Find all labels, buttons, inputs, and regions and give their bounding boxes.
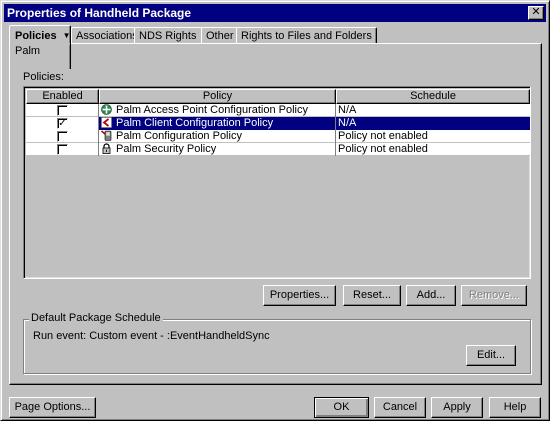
page-options-label: Page Options... [14, 401, 91, 413]
page-options-button[interactable]: Page Options... [9, 397, 96, 418]
default-schedule-title: Default Package Schedule [29, 312, 163, 324]
table-row[interactable]: Palm Configuration Policy Policy not enab… [26, 130, 530, 143]
properties-button-label: Properties... [269, 289, 330, 301]
policy-cell: Palm Client Configuration Policy [99, 117, 336, 130]
policy-name: Palm Access Point Configuration Policy [116, 104, 308, 116]
cancel-button[interactable]: Cancel [374, 397, 426, 418]
add-button[interactable]: Add... [406, 285, 456, 306]
properties-button[interactable]: Properties... [263, 285, 336, 306]
palm-device-icon [101, 130, 112, 141]
client-config-icon [101, 117, 112, 128]
ok-label: OK [333, 401, 350, 413]
add-button-label: Add... [416, 289, 446, 301]
table-body: Palm Access Point Configuration Policy N/… [26, 104, 530, 156]
access-point-icon [101, 104, 112, 115]
help-button[interactable]: Help [489, 397, 541, 418]
edit-schedule-button[interactable]: Edit... [466, 345, 516, 366]
enabled-checkbox[interactable] [57, 144, 68, 155]
schedule-cell: N/A [336, 117, 530, 130]
close-button[interactable]: ✕ [528, 6, 544, 20]
check-icon: ✓ [58, 118, 67, 129]
tab-join [10, 43, 70, 45]
lock-icon [101, 143, 112, 154]
enabled-cell [26, 104, 99, 117]
tab-other[interactable]: Other [201, 27, 239, 44]
column-header-schedule[interactable]: Schedule [336, 89, 530, 104]
apply-button[interactable]: Apply [431, 397, 483, 418]
tab-nds-rights-label: NDS Rights [139, 30, 197, 42]
properties-dialog: Properties of Handheld Package ✕ Policie… [0, 0, 550, 421]
schedule-cell: Policy not enabled [338, 143, 428, 155]
tab-associations-label: Associations [76, 30, 138, 42]
column-header-enabled[interactable]: Enabled [26, 89, 99, 104]
policy-name: Palm Configuration Policy [116, 130, 242, 142]
window-title: Properties of Handheld Package [7, 6, 192, 20]
tab-associations[interactable]: Associations [71, 27, 143, 44]
enabled-checkbox[interactable] [57, 131, 68, 142]
enabled-cell: ✓ [26, 117, 99, 130]
tab-other-label: Other [206, 30, 234, 42]
policies-table[interactable]: Enabled Policy Schedule Palm Access Poin… [23, 86, 531, 279]
tab-rights-to-files[interactable]: Rights to Files and Folders [236, 27, 377, 44]
table-header: Enabled Policy Schedule [26, 89, 530, 104]
schedule-cell: Policy not enabled [338, 130, 428, 142]
reset-button-label: Reset... [353, 289, 391, 301]
dropdown-arrow-icon[interactable]: ▼ [63, 29, 71, 43]
ok-button[interactable]: OK [314, 397, 369, 418]
table-row[interactable]: Palm Access Point Configuration Policy N/… [26, 104, 530, 117]
tab-policies-sublabel: Palm [15, 45, 41, 57]
close-icon: ✕ [531, 6, 541, 18]
tab-rights-to-files-label: Rights to Files and Folders [241, 30, 372, 42]
table-row[interactable]: ✓ Palm Client Configuration Policy N/A [26, 117, 530, 130]
enabled-cell [26, 143, 99, 156]
policy-cell: Palm Configuration Policy [99, 130, 336, 143]
table-row[interactable]: Palm Security Policy Policy not enabled [26, 143, 530, 156]
title-bar[interactable]: Properties of Handheld Package ✕ [4, 4, 546, 22]
policies-label: Policies: [23, 71, 64, 83]
reset-button[interactable]: Reset... [343, 285, 401, 306]
tab-policies-label: Policies [15, 30, 57, 42]
tab-policies[interactable]: Policies ▼ Palm [9, 25, 71, 69]
policy-cell: Palm Security Policy [99, 143, 336, 156]
enabled-cell [26, 130, 99, 143]
default-schedule-group [23, 319, 531, 374]
help-label: Help [503, 401, 527, 413]
apply-label: Apply [443, 401, 471, 413]
column-header-policy[interactable]: Policy [99, 89, 336, 104]
remove-button[interactable]: Remove... [461, 285, 527, 306]
cancel-label: Cancel [382, 401, 418, 413]
policy-cell: Palm Access Point Configuration Policy [99, 104, 336, 117]
enabled-checkbox[interactable] [57, 105, 68, 116]
edit-button-label: Edit... [476, 349, 506, 361]
remove-button-label: Remove... [468, 289, 520, 301]
schedule-cell: N/A [338, 104, 357, 116]
policy-name: Palm Client Configuration Policy [116, 117, 274, 129]
schedule-text: Run event: Custom event - :EventHandheld… [33, 330, 270, 342]
policy-name: Palm Security Policy [116, 143, 217, 155]
enabled-checkbox[interactable]: ✓ [57, 118, 68, 129]
